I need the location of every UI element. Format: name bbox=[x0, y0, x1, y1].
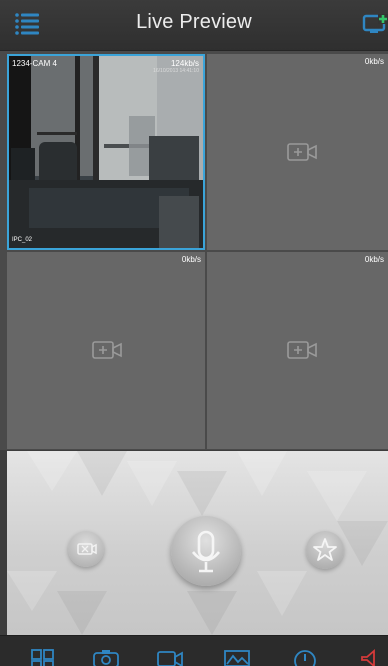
bitrate-label: 0kb/s bbox=[364, 255, 384, 264]
image-icon[interactable] bbox=[224, 649, 250, 666]
microphone-icon bbox=[191, 530, 221, 573]
add-device-icon[interactable] bbox=[362, 12, 388, 38]
bitrate-label: 0kb/s bbox=[181, 255, 201, 264]
app-header: Live Preview bbox=[0, 0, 388, 51]
bottom-toolbar bbox=[0, 635, 388, 666]
page-title: Live Preview bbox=[136, 11, 252, 33]
sound-icon[interactable] bbox=[360, 649, 386, 666]
talk-button[interactable] bbox=[171, 516, 241, 586]
snapshot-off-icon bbox=[77, 543, 97, 555]
snapshot-button[interactable] bbox=[68, 531, 104, 567]
channel-label: IPC_02 bbox=[12, 237, 33, 243]
add-camera-icon[interactable] bbox=[92, 341, 122, 359]
record-icon[interactable] bbox=[157, 649, 183, 666]
camera-feed-image bbox=[9, 56, 203, 248]
video-cell-3[interactable]: 0kb/s bbox=[7, 252, 205, 449]
control-panel bbox=[7, 451, 388, 635]
bitrate-label: 124kb/s bbox=[170, 59, 199, 68]
video-cell-4[interactable]: 0kb/s bbox=[207, 252, 388, 449]
camera-timestamp: 16/10/2013 14:41:10 bbox=[153, 68, 199, 74]
preview-grid: 1234-CAM 4 124kb/s 16/10/2013 14:41:10 I… bbox=[0, 51, 388, 450]
add-camera-icon[interactable] bbox=[287, 341, 317, 359]
video-cell-1[interactable]: 1234-CAM 4 124kb/s 16/10/2013 14:41:10 I… bbox=[7, 54, 205, 250]
layout-grid-icon[interactable] bbox=[30, 649, 56, 666]
camera-icon[interactable] bbox=[93, 649, 119, 666]
favorite-button[interactable] bbox=[306, 531, 344, 569]
video-cell-2[interactable]: 0kb/s bbox=[207, 54, 388, 250]
bitrate-label: 0kb/s bbox=[364, 57, 384, 66]
star-icon bbox=[313, 538, 337, 561]
add-camera-icon[interactable] bbox=[287, 143, 317, 161]
camera-name: 1234-CAM 4 bbox=[12, 59, 57, 68]
info-icon[interactable] bbox=[292, 649, 318, 666]
